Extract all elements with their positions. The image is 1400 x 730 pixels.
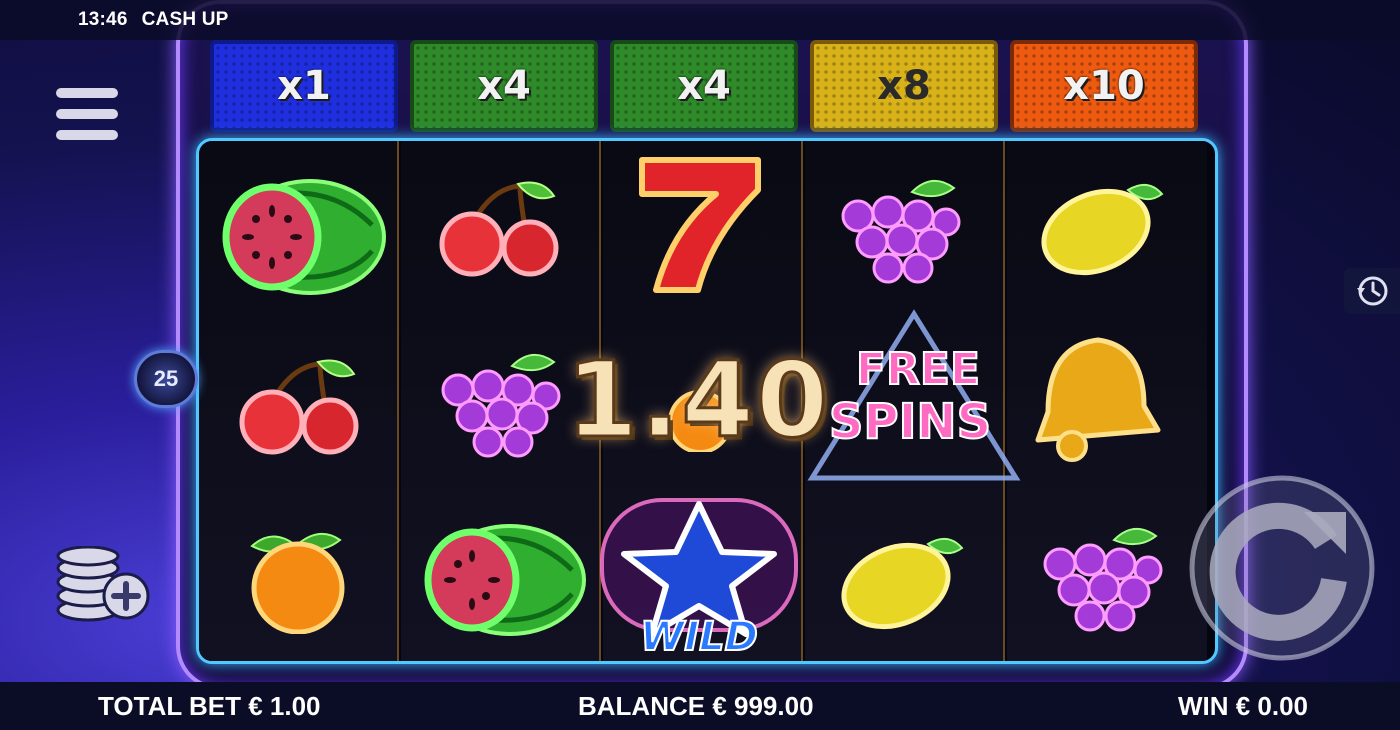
- wild-star-icon: WILD: [592, 492, 806, 662]
- status-bar: 13:46 CASH UP: [0, 0, 1400, 40]
- multiplier-reel-2: x4: [410, 40, 598, 132]
- cherry-icon: [430, 178, 570, 278]
- multiplier-reel-4: x8: [810, 40, 998, 132]
- orange-icon: [236, 522, 360, 634]
- multiplier-reel-3: x4: [610, 40, 798, 132]
- spin-button[interactable]: [1186, 472, 1378, 664]
- coins-plus-icon: [56, 545, 150, 622]
- spin-arrow-icon: [1189, 475, 1375, 661]
- multiplier-reel-5: x10: [1010, 40, 1198, 132]
- cherry-icon: [230, 356, 370, 456]
- history-icon: [1357, 276, 1388, 306]
- menu-button[interactable]: [56, 88, 118, 146]
- footer-bar: TOTAL BET € 1.00 BALANCE € 999.00 WIN € …: [0, 682, 1400, 730]
- bet-settings-button[interactable]: [56, 545, 150, 626]
- watermelon-icon: [412, 514, 588, 644]
- game-title: CASH UP: [141, 9, 229, 30]
- grapes-icon: [1034, 520, 1170, 632]
- menu-icon-bar: [56, 109, 118, 119]
- clock: 13:46: [78, 9, 128, 30]
- bell-icon: [1018, 326, 1168, 466]
- menu-icon-bar: [56, 88, 118, 98]
- svg-text:SPINS: SPINS: [829, 394, 991, 450]
- history-button[interactable]: [1344, 268, 1400, 314]
- multiplier-reel-1: x1: [210, 40, 398, 132]
- win-amount-display: 1.40: [564, 338, 831, 463]
- balance-label: BALANCE € 999.00: [578, 690, 814, 721]
- grapes-icon: [832, 172, 968, 284]
- watermelon-icon: [212, 165, 388, 305]
- svg-text:WILD: WILD: [640, 614, 758, 660]
- menu-icon-bar: [56, 130, 118, 140]
- paylines-badge: 25: [134, 350, 198, 408]
- lemon-icon: [1036, 176, 1166, 276]
- total-bet-label: TOTAL BET € 1.00: [98, 690, 321, 721]
- svg-text:FREE: FREE: [856, 344, 980, 395]
- seven-icon: [628, 150, 768, 296]
- lemon-icon: [836, 530, 966, 630]
- win-label: WIN € 0.00: [1177, 690, 1308, 721]
